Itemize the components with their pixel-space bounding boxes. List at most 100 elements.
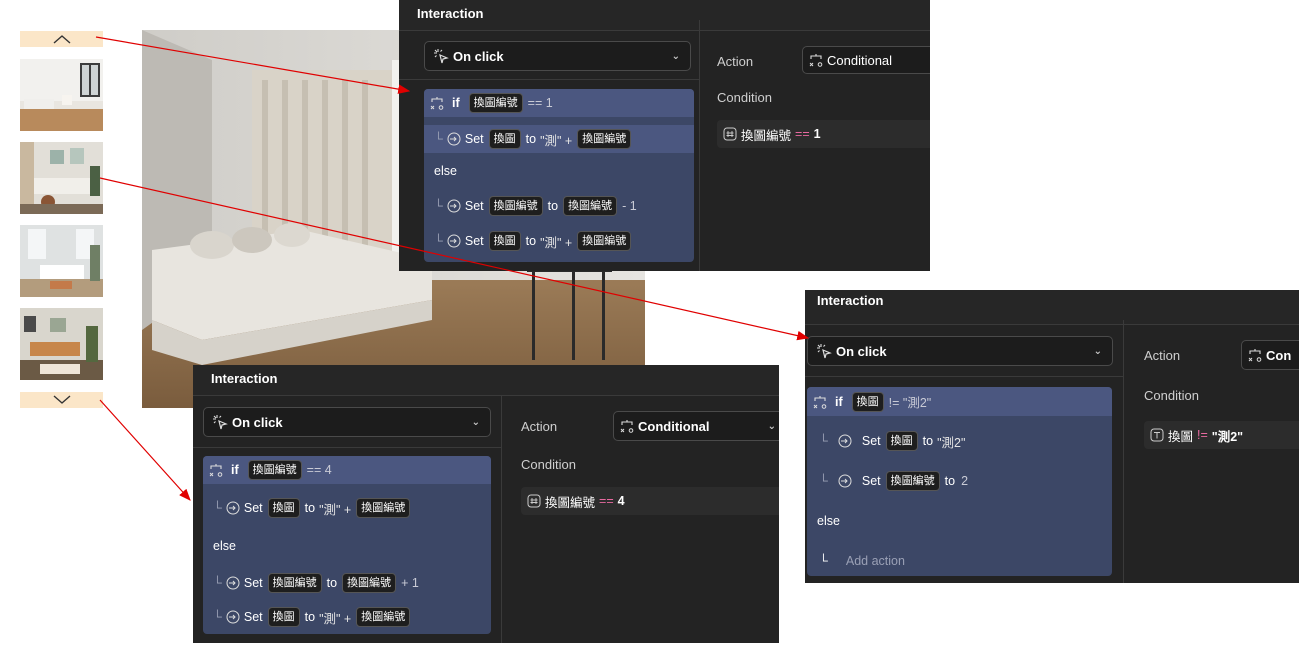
variable-chip[interactable]: 換圖編號 xyxy=(468,93,523,113)
value-text: "測" + xyxy=(540,235,573,250)
else-row: else xyxy=(424,157,694,185)
variable-chip[interactable]: 換圖 xyxy=(267,498,300,518)
to-keyword: to xyxy=(304,501,316,515)
variable-chip[interactable]: 換圖 xyxy=(488,129,521,149)
variable-chip[interactable]: 換圖編號 xyxy=(356,498,411,518)
gallery-up-button[interactable] xyxy=(20,31,103,47)
properties-column: Action Conditional Condition 換圖編號 == 1 xyxy=(699,20,930,271)
variable-chip[interactable]: 換圖編號 xyxy=(356,607,411,627)
interaction-panel-2: Interaction On click ⌄ if 換圖編號 == 4 └ Se… xyxy=(193,365,779,643)
set-keyword: Set xyxy=(243,576,263,590)
variable-chip[interactable]: 換圖 xyxy=(267,607,300,627)
to-keyword: to xyxy=(922,434,934,448)
trigger-label: On click xyxy=(232,414,283,430)
set-keyword: Set xyxy=(464,132,484,146)
action-label: Action xyxy=(521,419,558,434)
action-dropdown[interactable]: Conditional ⌄ xyxy=(613,411,779,441)
variable-chip[interactable]: 換圖編號 xyxy=(247,460,302,480)
add-action-row[interactable]: └ Add action xyxy=(807,547,1112,575)
condition-value: 1 xyxy=(813,127,821,141)
condition-row[interactable]: 換圖 != "測2" xyxy=(1144,421,1299,449)
variable-chip[interactable]: 換圖編號 xyxy=(577,129,632,149)
arrow-down-to-panel-2 xyxy=(99,399,191,501)
condition-label: Condition xyxy=(521,457,576,472)
action-value: Con xyxy=(1266,347,1292,363)
thumbnail-3[interactable] xyxy=(20,225,103,297)
thumbnail-2[interactable] xyxy=(20,142,103,214)
condition-operator: == 4 xyxy=(306,463,332,477)
variable-chip[interactable]: 換圖編號 xyxy=(577,231,632,251)
variable-chip[interactable]: 換圖 xyxy=(885,431,918,451)
condition-row[interactable]: 換圖編號 == 4 xyxy=(521,487,779,515)
condition-operator: == xyxy=(795,127,810,141)
condition-value: "測2" xyxy=(1211,429,1244,444)
if-row[interactable]: if 換圖 != "測2" xyxy=(807,387,1112,416)
branch-line-icon: └ xyxy=(434,199,443,213)
set-keyword: Set xyxy=(243,501,263,515)
variable-chip[interactable]: 換圖編號 xyxy=(342,573,397,593)
value-text: - 1 xyxy=(622,199,637,213)
action-label: Action xyxy=(1144,348,1181,363)
trigger-label: On click xyxy=(453,48,504,64)
else-label: else xyxy=(817,514,840,528)
thumbnail-4[interactable] xyxy=(20,308,103,380)
variable-chip[interactable]: 換圖編號 xyxy=(267,573,322,593)
action-dropdown[interactable]: Conditional xyxy=(802,46,930,74)
branch-icon xyxy=(620,419,634,433)
chevron-down-icon: ⌄ xyxy=(1093,345,1102,357)
set-variable-icon xyxy=(447,199,461,213)
else-action-row-1[interactable]: └ Set 換圖編號 to 換圖編號 - 1 xyxy=(424,192,694,220)
else-row: else xyxy=(807,507,1112,535)
action-dropdown[interactable]: Con xyxy=(1241,340,1299,370)
trigger-dropdown[interactable]: On click ⌄ xyxy=(424,41,691,71)
properties-column: Action Conditional ⌄ Condition 換圖編號 == 4 xyxy=(501,395,779,643)
set-variable-icon xyxy=(447,132,461,146)
if-keyword: if xyxy=(835,394,843,409)
else-row: else xyxy=(203,532,491,560)
variable-chip[interactable]: 換圖編號 xyxy=(885,471,940,491)
set-variable-icon xyxy=(226,576,240,590)
condition-value: 4 xyxy=(617,494,625,508)
if-row[interactable]: if 換圖編號 == 1 xyxy=(424,89,694,117)
branch-line-icon: └ xyxy=(213,501,222,515)
else-action-row-2[interactable]: └ Set 換圖 to "測" + 換圖編號 xyxy=(203,603,491,631)
to-keyword: to xyxy=(304,610,316,624)
panel-title: Interaction xyxy=(193,365,779,396)
variable-chip[interactable]: 換圖編號 xyxy=(563,196,618,216)
text-variable-icon xyxy=(1150,428,1164,442)
properties-column: Action Con Condition 換圖 != "測2" xyxy=(1123,320,1299,583)
rule-block: if 換圖 != "測2" └ Set 換圖 to "測2" └ Set 換圖編… xyxy=(807,387,1112,576)
set-variable-icon xyxy=(447,234,461,248)
else-action-row-1[interactable]: └ Set 換圖編號 to 換圖編號 + 1 xyxy=(203,569,491,597)
else-action-row-2[interactable]: └ Set 換圖 to "測" + 換圖編號 xyxy=(424,227,694,255)
value-text: "測2" xyxy=(937,435,966,450)
variable-chip[interactable]: 換圖 xyxy=(851,391,884,412)
interaction-panel-1: Interaction On click ⌄ if 換圖編號 == 1 └ Se… xyxy=(399,0,930,271)
trigger-dropdown[interactable]: On click ⌄ xyxy=(807,336,1113,366)
to-keyword: to xyxy=(547,199,559,213)
then-action-row-2[interactable]: └ Set 換圖編號 to 2 xyxy=(807,467,1112,495)
variable-chip[interactable]: 換圖 xyxy=(488,231,521,251)
if-row[interactable]: if 換圖編號 == 4 xyxy=(203,456,491,484)
value-text: "測" + xyxy=(319,611,352,626)
then-action-row[interactable]: └ Set 換圖 to "測" + 換圖編號 xyxy=(203,494,491,522)
then-action-row-1[interactable]: └ Set 換圖 to "測2" xyxy=(807,427,1112,455)
thumbnail-1[interactable] xyxy=(20,59,103,131)
set-keyword: Set xyxy=(861,434,881,448)
then-action-row[interactable]: └ Set 換圖 to "測" + 換圖編號 xyxy=(424,125,694,153)
condition-row[interactable]: 換圖編號 == 1 xyxy=(717,120,930,148)
gallery-down-button[interactable] xyxy=(20,392,103,408)
set-keyword: Set xyxy=(243,610,263,624)
branch-icon xyxy=(209,463,223,477)
branch-icon xyxy=(1248,348,1262,362)
action-value: Conditional xyxy=(827,52,893,68)
condition-variable: 換圖 xyxy=(1168,429,1194,444)
number-variable-icon xyxy=(723,127,737,141)
value-text: "測" + xyxy=(540,133,573,148)
set-keyword: Set xyxy=(861,474,881,488)
to-keyword: to xyxy=(525,132,537,146)
add-action-button[interactable]: Add action xyxy=(846,554,905,568)
variable-chip[interactable]: 換圖編號 xyxy=(488,196,543,216)
branch-line-icon: └ xyxy=(213,610,222,624)
trigger-dropdown[interactable]: On click ⌄ xyxy=(203,407,491,437)
